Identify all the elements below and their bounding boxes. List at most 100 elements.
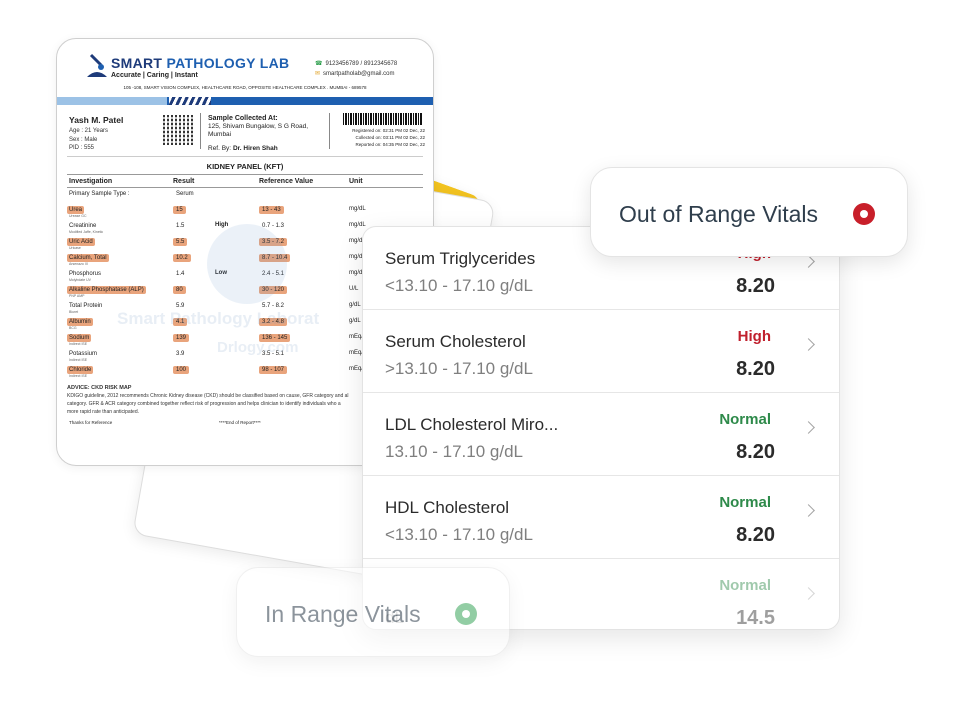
lab-address: 105 -108, SMART VISION COMPLEX, HEALTHCA… [123,85,367,90]
patient-name: Yash M. Patel [69,115,124,125]
vital-status-badge: Normal [719,411,771,428]
watermark-text: Smart Pathology Laborat [117,309,320,328]
row-investigation: Potassium [69,351,98,357]
report-row: Urea Urease GC 15 13 - 43 mg/dL [67,204,423,220]
report-timestamps: Registered on: 02:31 PM 02 Dec, 22 Colle… [352,128,425,147]
report-row: Primary Sample Type : Serum [67,188,423,204]
row-result: 80 [173,286,186,294]
row-investigation: Calcium, Total [67,254,109,262]
vital-row[interactable]: HDL Cholesterol <13.10 - 17.10 g/dL Normal… [363,476,839,559]
row-method: Modified Jaffe, Kinetic [69,230,104,234]
vital-range: 13.10 - 17.10 g/dL [385,442,524,461]
vital-range: <13.10 - 17.10 g/dL [385,525,533,544]
row-result: 100 [173,366,190,374]
watermark-circle [207,224,287,304]
vital-value: 14.5 [736,607,775,629]
row-result: 139 [173,334,190,342]
in-range-vitals-pill[interactable]: In Range Vitals [236,567,510,657]
row-investigation: Phosphorus [69,271,102,277]
row-method: Urease GC [69,214,87,218]
mail-icon: ✉ [315,71,321,77]
patient-info: Yash M. Patel Age : 21 Years Sex : Male … [67,105,425,157]
row-method: PNP AMP [69,294,85,298]
row-investigation: Chloride [67,366,94,374]
barcode [343,113,423,125]
vital-name: Serum Triglycerides [385,249,536,268]
row-method: Biuret [69,310,79,314]
row-method: Indirect ISE [69,358,88,362]
vital-range: >13.10 - 17.10 g/dL [385,359,533,378]
lab-contact: ☎ 9123456789 / 8912345678 ✉ smartpatholab@… [315,61,398,77]
qr-code [163,115,193,145]
lab-brand-name: SMART PATHOLOGY LAB [111,55,290,71]
row-result: 15 [173,206,186,214]
row-investigation: Primary Sample Type : [69,191,130,197]
out-of-range-label: Out of Range Vitals [619,201,819,227]
row-unit: mg/dL [349,206,366,212]
row-result: 10.2 [173,254,191,262]
in-range-label: In Range Vitals [265,601,421,627]
patient-details: Age : 21 Years Sex : Male PID : 555 [69,128,109,151]
vital-row[interactable]: Serum Cholesterol >13.10 - 17.10 g/dL High… [363,310,839,393]
vital-value: 8.20 [736,524,775,546]
vital-name: Serum Cholesterol [385,332,526,351]
row-investigation: Total Protein [69,303,103,309]
vital-value: 8.20 [736,441,775,463]
row-investigation: Albumin [67,318,93,326]
row-investigation: Creatinine [69,223,97,229]
row-method: Molybdate UV [69,278,91,282]
vital-range: <13.10 - 17.10 g/dL [385,276,533,295]
chevron-right-icon [802,421,815,434]
row-reference [259,190,265,192]
watermark-url: Drlogy.com [217,339,299,356]
stage: SMART PATHOLOGY LAB Accurate | Caring | … [0,0,964,705]
row-result: Serum [176,191,194,197]
out-of-range-vitals-pill[interactable]: Out of Range Vitals [590,167,908,257]
vital-status-badge: High [737,328,771,345]
row-unit: g/dL [349,302,361,308]
row-result: 1.5 [176,223,185,229]
row-result: 1.4 [176,271,185,277]
row-method: Indirect ISE [69,374,88,378]
row-reference: 13 - 43 [259,206,284,214]
row-investigation: Uric Acid [67,238,95,246]
phone-icon: ☎ [315,61,323,67]
row-flag: High [215,222,229,228]
row-unit: U/L [349,286,359,292]
row-investigation: Urea [67,206,85,214]
vital-value: 8.20 [736,275,775,297]
row-method: Indirect ISE [69,342,88,346]
col-reference: Reference Value [259,178,314,185]
chevron-right-icon [802,338,815,351]
chevron-right-icon [802,587,815,600]
chevron-right-icon [802,255,815,268]
row-method: Arsenazo III [69,262,88,266]
vital-value: 8.20 [736,358,775,380]
col-investigation: Investigation [69,178,113,185]
panel-title: KIDNEY PANEL (KFT) [206,162,284,171]
col-unit: Unit [349,178,363,185]
col-result: Result [173,178,195,185]
row-result: 5.5 [173,238,188,246]
row-method: Uricase [69,246,81,250]
referred-by: Ref. By: Dr. Hiren Shah [208,145,278,152]
vital-status-badge: Normal [719,494,771,511]
vital-name: HDL Cholesterol [385,498,510,517]
lab-tagline: Accurate | Caring | Instant [111,72,198,79]
row-investigation: Alkaline Phosphatase (ALP) [67,286,146,294]
vital-status-badge: Normal [719,577,771,594]
report-table-header: Investigation Result Reference Value Uni… [67,174,423,188]
vital-row[interactable]: LDL Cholesterol Miro... 13.10 - 17.10 g/d… [363,393,839,476]
red-status-dot-icon [853,203,875,225]
vital-name: LDL Cholesterol Miro... [385,415,559,434]
green-status-dot-icon [455,603,477,625]
sample-collected: Sample Collected At: 125, Shivam Bungalo… [208,115,309,138]
row-investigation: Sodium [67,334,92,342]
chevron-right-icon [802,504,815,517]
row-result: 3.9 [176,351,185,357]
row-reference: 98 - 107 [259,366,288,374]
row-method: BCG [69,326,77,330]
header-band [57,97,433,105]
row-unit: g/dL [349,318,361,324]
microscope-logo-icon [87,53,107,77]
